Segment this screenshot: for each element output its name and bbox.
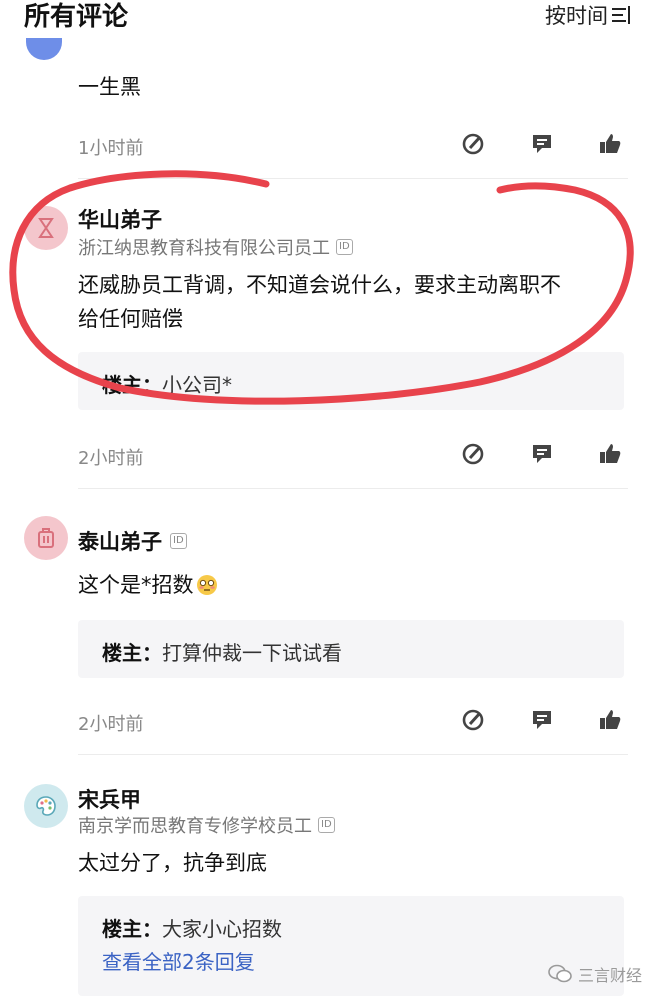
wechat-icon — [548, 964, 572, 983]
highlight-circle-annotation — [9, 170, 634, 405]
watermark-text: 三言财经 — [577, 966, 642, 985]
watermark: 三言财经 — [548, 962, 642, 986]
